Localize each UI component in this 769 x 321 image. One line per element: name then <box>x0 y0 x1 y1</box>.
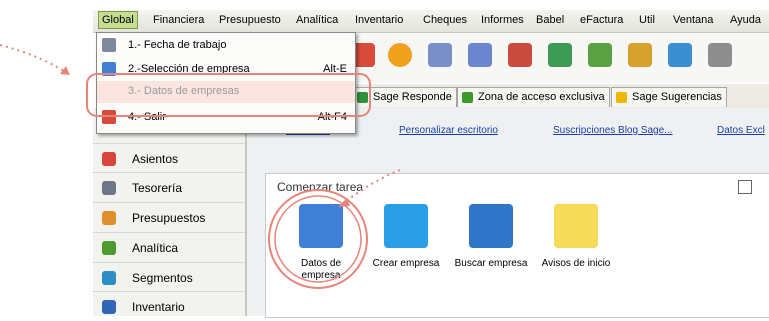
menu-inventario[interactable]: Inventario <box>355 14 403 26</box>
sidebar: Asientos Tesorería Presupuestos Analític… <box>93 108 247 316</box>
sidebar-item-label: Analítica <box>132 241 179 255</box>
menu-efactura[interactable]: eFactura <box>580 14 623 26</box>
puzzle-blue-icon[interactable] <box>668 43 692 67</box>
menu-item-label: 2.-Selección de empresa <box>128 63 250 75</box>
document-icon[interactable] <box>468 43 492 67</box>
sticky-note-icon <box>554 204 598 248</box>
puzzle-icon[interactable] <box>628 43 652 67</box>
arrow-right-icon[interactable] <box>548 43 572 67</box>
start-task-panel: Comenzar tarea Datos de empresa Crear em… <box>265 173 769 318</box>
chart-icon[interactable] <box>588 43 612 67</box>
sidebar-item-segmentos[interactable]: Segmentos <box>93 262 245 292</box>
tab-sage-responde[interactable]: Sage Responde <box>352 87 457 107</box>
global-menu-dropdown: 1.- Fecha de trabajo 2.-Selección de emp… <box>96 32 356 134</box>
sidebar-item-tesoreria[interactable]: Tesorería <box>93 172 245 202</box>
sidebar-item-label: Tesorería <box>132 181 183 195</box>
task-avisos-inicio[interactable]: Avisos de inicio <box>539 204 613 270</box>
menubar: Global Financiera Presupuesto Analítica … <box>93 10 769 33</box>
sage-responde-icon <box>357 92 368 103</box>
task-label: Buscar empresa <box>454 258 528 269</box>
sidebar-item-inventario[interactable]: Inventario <box>93 291 245 321</box>
calendar-icon <box>102 38 116 52</box>
menu-item-datos-empresas[interactable]: 3.- Datos de empresas <box>97 81 355 103</box>
check-icon[interactable] <box>388 43 412 67</box>
company-data-icon <box>299 204 343 248</box>
tab-zona-exclusiva[interactable]: Zona de acceso exclusiva <box>457 87 610 107</box>
task-label: Avisos de inicio <box>541 258 611 269</box>
sidebar-item-label: Presupuestos <box>132 211 206 225</box>
task-crear-empresa[interactable]: Crear empresa <box>369 204 443 270</box>
menu-item-salir[interactable]: 4.- Salir Alt-F4 <box>97 107 355 129</box>
tab-label: Sage Responde <box>373 91 452 103</box>
pointer-arrow <box>0 44 71 76</box>
menu-item-seleccion-empresa[interactable]: 2.-Selección de empresa Alt-E <box>97 59 355 81</box>
tab-sage-sugerencias[interactable]: Sage Sugerencias <box>611 87 727 107</box>
menu-item-shortcut: Alt-E <box>323 63 347 75</box>
menu-informes[interactable]: Informes <box>481 14 524 26</box>
create-company-icon <box>384 204 428 248</box>
mail-icon[interactable] <box>428 43 452 67</box>
presupuestos-icon <box>102 211 116 225</box>
task-buscar-empresa[interactable]: Buscar empresa <box>454 204 528 270</box>
menu-item-label: 3.- Datos de empresas <box>128 85 240 97</box>
tab-bar: Sage Responde Zona de acceso exclusiva S… <box>352 84 769 109</box>
sidebar-item-analitica[interactable]: Analítica <box>93 232 245 262</box>
asientos-icon <box>102 152 116 166</box>
inventario-icon <box>102 300 116 314</box>
panel-title: Comenzar tarea <box>277 180 364 194</box>
task-label: Datos de empresa <box>300 258 342 281</box>
company-select-icon <box>102 62 116 76</box>
menu-ventana[interactable]: Ventana <box>673 14 713 26</box>
menu-item-fecha-trabajo[interactable]: 1.- Fecha de trabajo <box>97 35 355 57</box>
search-company-icon <box>469 204 513 248</box>
arrow-head <box>60 66 70 75</box>
task-datos-empresa[interactable]: Datos de empresa <box>284 204 358 282</box>
sidebar-item-label: Asientos <box>132 152 179 166</box>
arrow-left-icon[interactable] <box>508 43 532 67</box>
edit-icon[interactable] <box>738 180 752 194</box>
tab-label: Sage Sugerencias <box>632 91 722 103</box>
link-blog[interactable]: Suscripciones Blog Sage... <box>553 125 673 136</box>
menu-item-label: 4.- Salir <box>128 111 166 123</box>
menu-item-shortcut: Alt-F4 <box>317 111 347 123</box>
segmentos-icon <box>102 271 116 285</box>
cube-icon[interactable] <box>708 43 732 67</box>
sidebar-item-label: Segmentos <box>132 271 193 285</box>
menu-cheques[interactable]: Cheques <box>423 14 467 26</box>
menu-babel[interactable]: Babel <box>536 14 564 26</box>
toolbar <box>351 33 769 83</box>
task-label: Crear empresa <box>372 258 440 269</box>
sidebar-item-label: Inventario <box>132 300 185 314</box>
sidebar-item-asientos[interactable]: Asientos <box>93 143 245 173</box>
link-personalizar[interactable]: Personalizar escritorio <box>399 125 498 136</box>
tesoreria-icon <box>102 181 116 195</box>
menu-financiera[interactable]: Financiera <box>153 14 204 26</box>
analitica-icon <box>102 241 116 255</box>
menu-presupuesto[interactable]: Presupuesto <box>219 14 281 26</box>
exit-icon <box>102 110 116 124</box>
sidebar-item-presupuestos[interactable]: Presupuestos <box>93 202 245 232</box>
exclusive-zone-icon <box>462 92 473 103</box>
menu-ayuda[interactable]: Ayuda <box>730 14 761 26</box>
quick-links: Actualizar Personalizar escritorio Suscr… <box>286 125 769 145</box>
link-datos-excl[interactable]: Datos Excl <box>717 125 765 136</box>
suggestions-icon <box>616 92 627 103</box>
menu-analitica[interactable]: Analítica <box>296 14 338 26</box>
tab-label: Zona de acceso exclusiva <box>478 91 605 103</box>
menu-item-label: 1.- Fecha de trabajo <box>128 39 227 51</box>
menu-util[interactable]: Util <box>639 14 655 26</box>
menu-global[interactable]: Global <box>98 11 138 29</box>
